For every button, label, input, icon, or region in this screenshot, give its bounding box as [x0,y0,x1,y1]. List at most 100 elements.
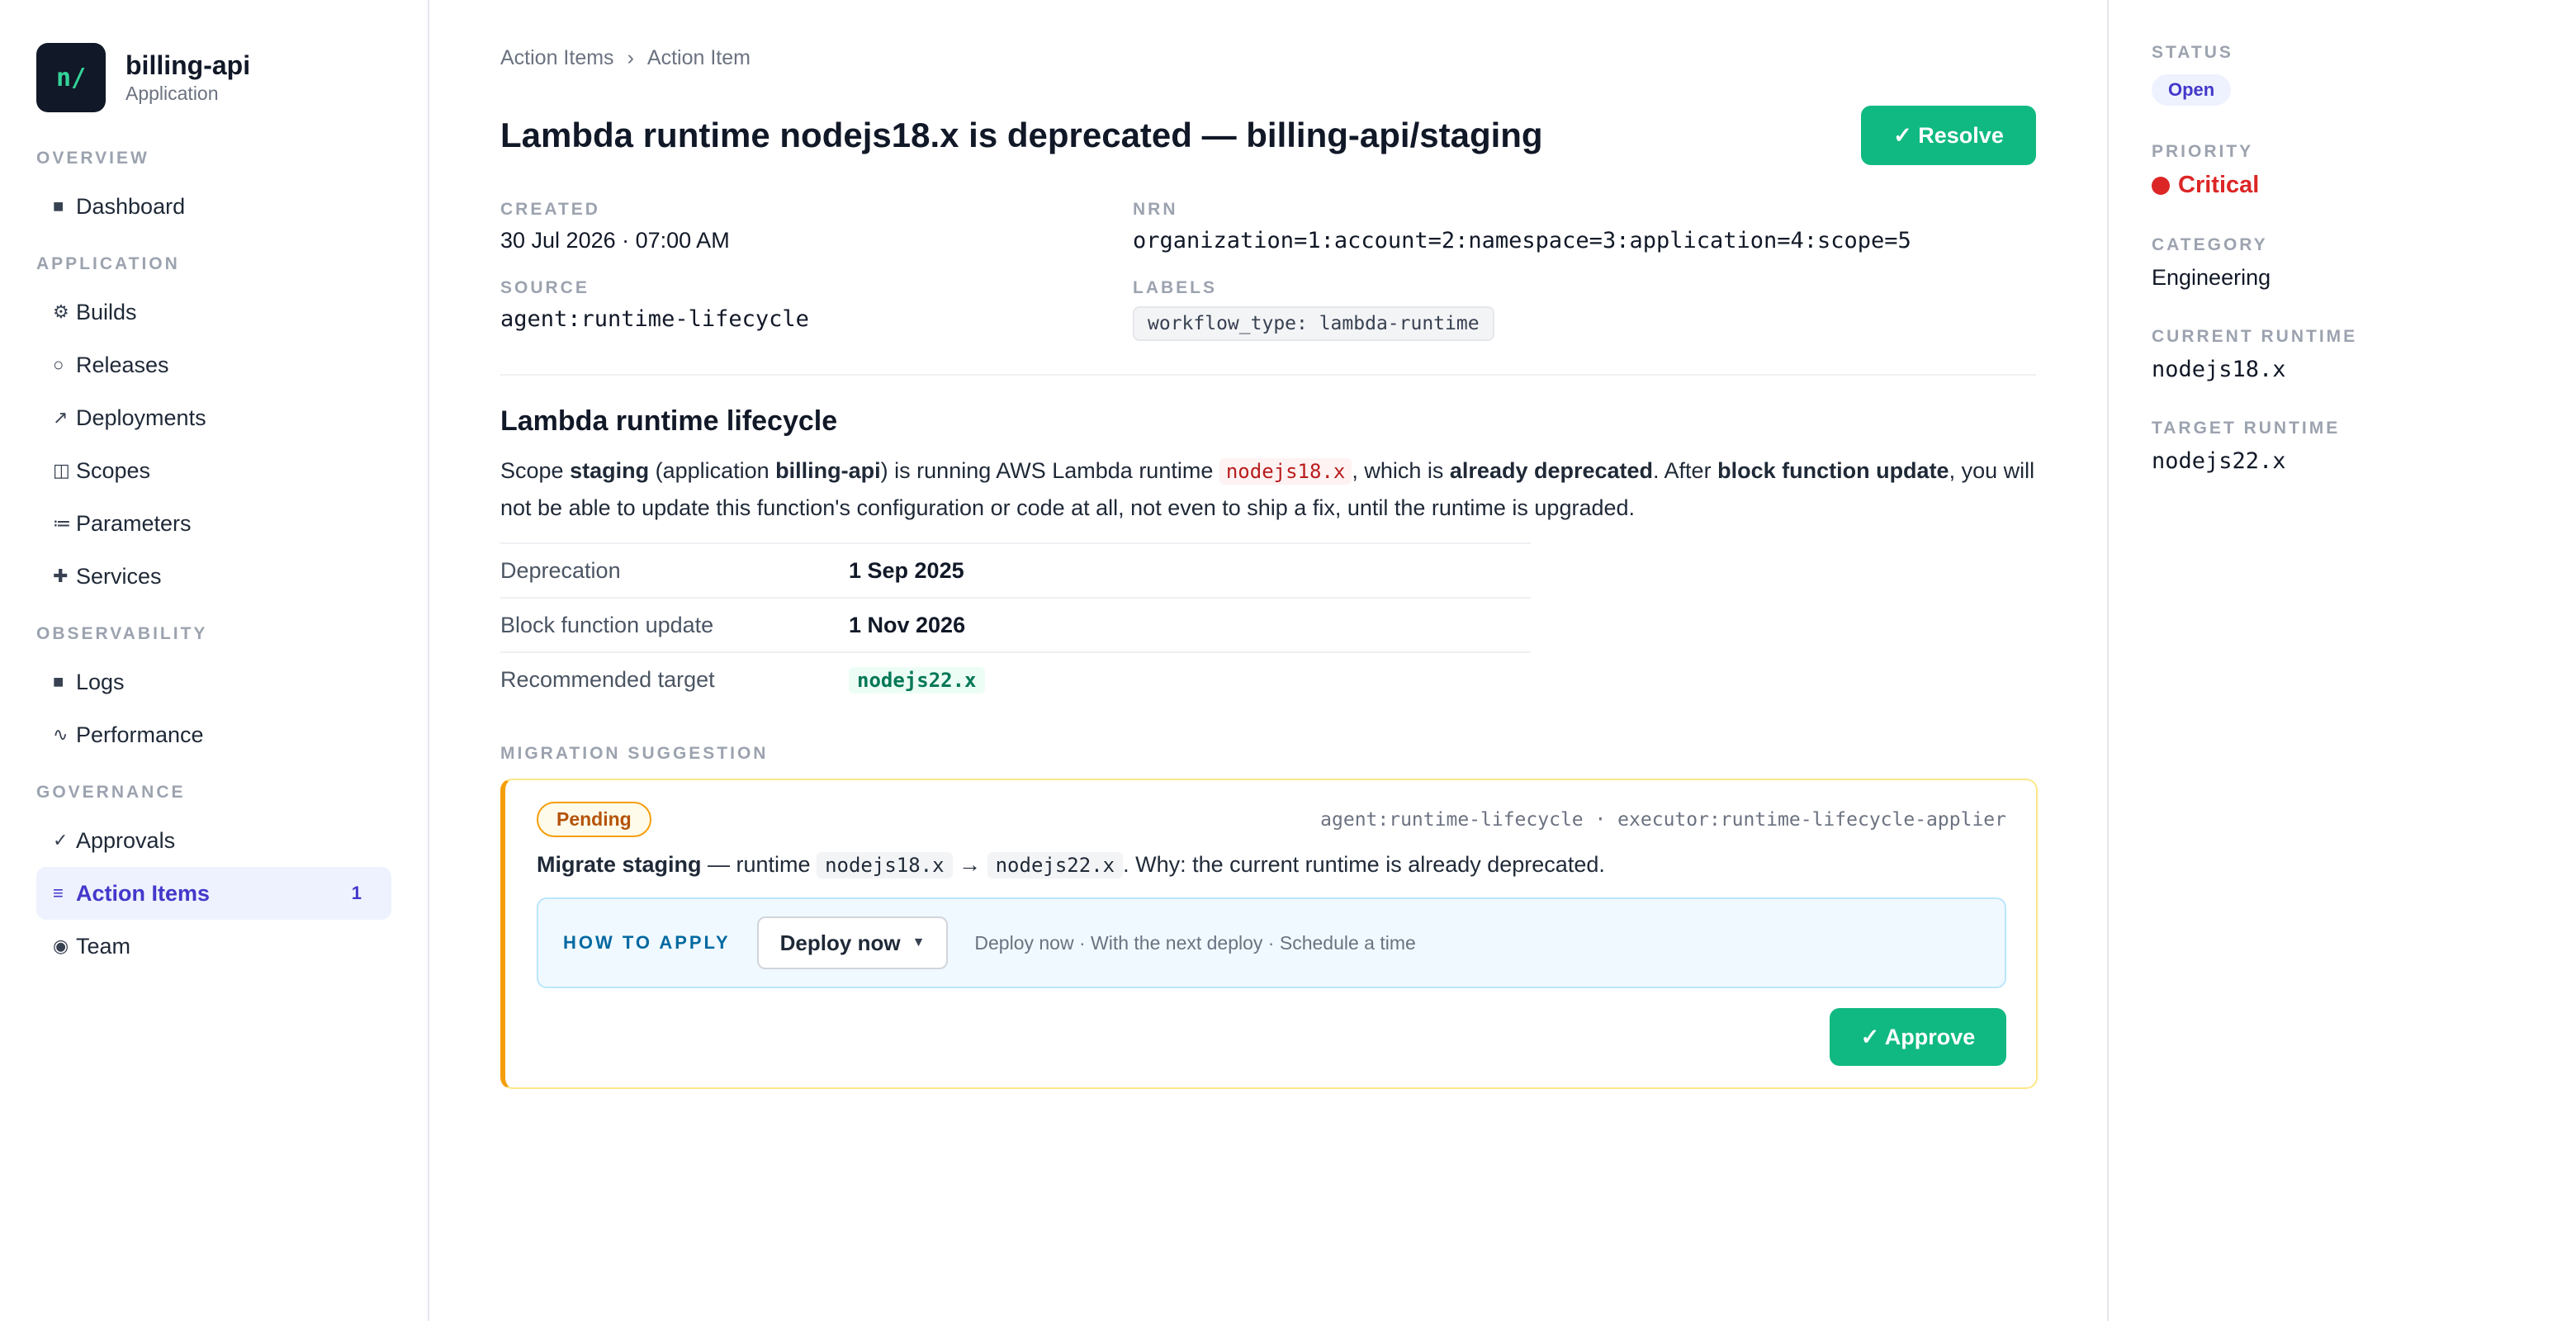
sidebar-item-label: Logs [76,669,125,694]
sidebar-item-approvals[interactable]: ✓ Approvals [36,814,391,867]
sidebar-item-label: Releases [76,352,169,377]
sidebar-item-label: Deployments [76,405,206,430]
approve-button[interactable]: ✓ Approve [1830,1008,2006,1066]
check-icon: ✓ [53,830,69,850]
sidebar-item-label: Dashboard [76,193,186,219]
sidebar-item-label: Builds [76,299,137,324]
table-row: Recommended target nodejs22.x [500,653,1531,706]
details-panel: STATUS Open PRIORITY Critical CATEGORY E… [2109,0,2576,1321]
sidebar-item-label: Parameters [76,510,192,536]
breadcrumb-separator: › [627,45,634,69]
sidebar: n/ billing-api Application OVERVIEW ■ Da… [0,0,429,1321]
nav-section-overview: OVERVIEW ■ Dashboard [36,149,391,233]
sidebar-item-label: Team [76,933,131,959]
to-runtime-code: nodejs22.x [987,852,1124,878]
count-badge: 1 [351,883,362,903]
row-value: 1 Nov 2026 [849,612,966,637]
category-label: CATEGORY [2152,235,2268,254]
migration-section-label: MIGRATION SUGGESTION [500,744,769,763]
status-badge: Pending [537,802,651,837]
breadcrumb-parent-link[interactable]: Action Items [500,46,614,70]
text: (application [649,458,776,483]
app-shell: n/ billing-api Application OVERVIEW ■ Da… [0,0,2576,1321]
category-field: CATEGORY Engineering [2152,235,2533,291]
text: , which is [1352,458,1450,483]
sidebar-item-deployments[interactable]: ↗ Deployments [36,391,391,444]
created-field: CREATED 30 Jul 2026 · 07:00 AM [500,200,1133,253]
sidebar-item-label: Scopes [76,457,151,483]
apply-mode-select[interactable]: Deploy now ▼ [756,916,949,969]
suggestion-header: Pending agent:runtime-lifecycle · execut… [537,802,2006,837]
sidebar-item-action-items[interactable]: ≡ Action Items 1 [36,867,391,920]
sidebar-item-dashboard[interactable]: ■ Dashboard [36,180,391,233]
metadata-grid: CREATED 30 Jul 2026 · 07:00 AM NRN organ… [500,200,2036,376]
text: . After [1653,458,1718,483]
critical-dot-icon [2152,176,2170,195]
table-row: Block function update 1 Nov 2026 [500,599,1531,653]
resolve-button[interactable]: ✓ Resolve [1861,106,2036,165]
how-to-apply-label: HOW TO APPLY [563,932,731,953]
sidebar-item-parameters[interactable]: ≔ Parameters [36,497,391,550]
apply-options-text: Deploy now · With the next deploy · Sche… [974,931,1416,954]
app-brand[interactable]: n/ billing-api Application [36,43,391,112]
target-runtime-label: TARGET RUNTIME [2152,419,2341,438]
priority-field: PRIORITY Critical [2152,142,2533,199]
lifecycle-description: Scope staging (application billing-api) … [500,452,2036,526]
nrn-label: NRN [1133,200,1178,219]
target-runtime-value: nodejs22.x [2152,448,2286,474]
breadcrumb: Action Items › Action Item [500,43,2036,73]
nav-section-application: APPLICATION ⚙ Builds ○ Releases ↗ Deploy… [36,254,391,603]
main-content: Action Items › Action Item Lambda runtim… [429,0,2109,1321]
app-name: billing-api [125,50,251,80]
nav-section-title: OVERVIEW [36,149,149,168]
text: . Why: the current runtime is already de… [1123,852,1605,877]
approve-row: ✓ Approve [537,1008,2006,1066]
sidebar-item-team[interactable]: ◉ Team [36,920,391,973]
current-runtime-label: CURRENT RUNTIME [2152,327,2358,346]
wave-icon: ∿ [53,724,69,745]
text: ) is running AWS Lambda runtime [880,458,1219,483]
block-update-emphasis: block function update [1717,458,1949,483]
logs-icon: ■ [53,671,64,692]
source-value: agent:runtime-lifecycle [500,306,809,332]
nav-section-title: APPLICATION [36,254,180,273]
sidebar-item-label: Services [76,563,162,589]
sidebar-item-logs[interactable]: ■ Logs [36,656,391,708]
row-value: nodejs22.x [849,666,985,694]
breadcrumb-current: Action Item [646,45,751,69]
lifecycle-table: Deprecation 1 Sep 2025 Block function up… [500,542,1531,706]
scopes-icon: ◫ [53,460,70,481]
dashboard-icon: ■ [53,196,64,216]
labels-label: LABELS [1133,278,1217,297]
page-title: Lambda runtime nodejs18.x is deprecated … [500,116,1543,154]
priority-value: Critical [2152,172,2533,199]
category-value: Engineering [2152,265,2271,290]
agent-executor-text: agent:runtime-lifecycle · executor:runti… [1320,808,2006,831]
created-label: CREATED [500,200,600,219]
gear-icon: ⚙ [53,301,69,322]
plus-icon: ✚ [53,566,69,586]
row-label: Recommended target [500,666,715,692]
nav-section-observability: OBSERVABILITY ■ Logs ∿ Performance [36,624,391,761]
label-chip: workflow_type: lambda-runtime [1133,306,1494,341]
sidebar-item-scopes[interactable]: ◫ Scopes [36,444,391,497]
nav-section-title: OBSERVABILITY [36,624,208,643]
circle-icon: ○ [53,354,64,375]
scope-name: staging [570,458,650,483]
sidebar-item-services[interactable]: ✚ Services [36,550,391,603]
priority-label: PRIORITY [2152,142,2254,161]
status-field: STATUS Open [2152,43,2533,106]
labels-field: LABELS workflow_type: lambda-runtime [1133,278,2036,341]
sidebar-item-releases[interactable]: ○ Releases [36,339,391,391]
team-icon: ◉ [53,935,69,956]
sidebar-item-performance[interactable]: ∿ Performance [36,708,391,761]
chevron-down-icon: ▼ [912,935,926,949]
current-runtime-field: CURRENT RUNTIME nodejs18.x [2152,327,2533,382]
priority-text: Critical [2178,172,2260,198]
sidebar-item-label: Action Items [76,880,211,906]
status-label: STATUS [2152,43,2233,62]
table-row: Deprecation 1 Sep 2025 [500,544,1531,599]
sidebar-item-builds[interactable]: ⚙ Builds [36,286,391,339]
arrow-icon: → [952,852,987,877]
app-logo: n/ [36,43,106,112]
